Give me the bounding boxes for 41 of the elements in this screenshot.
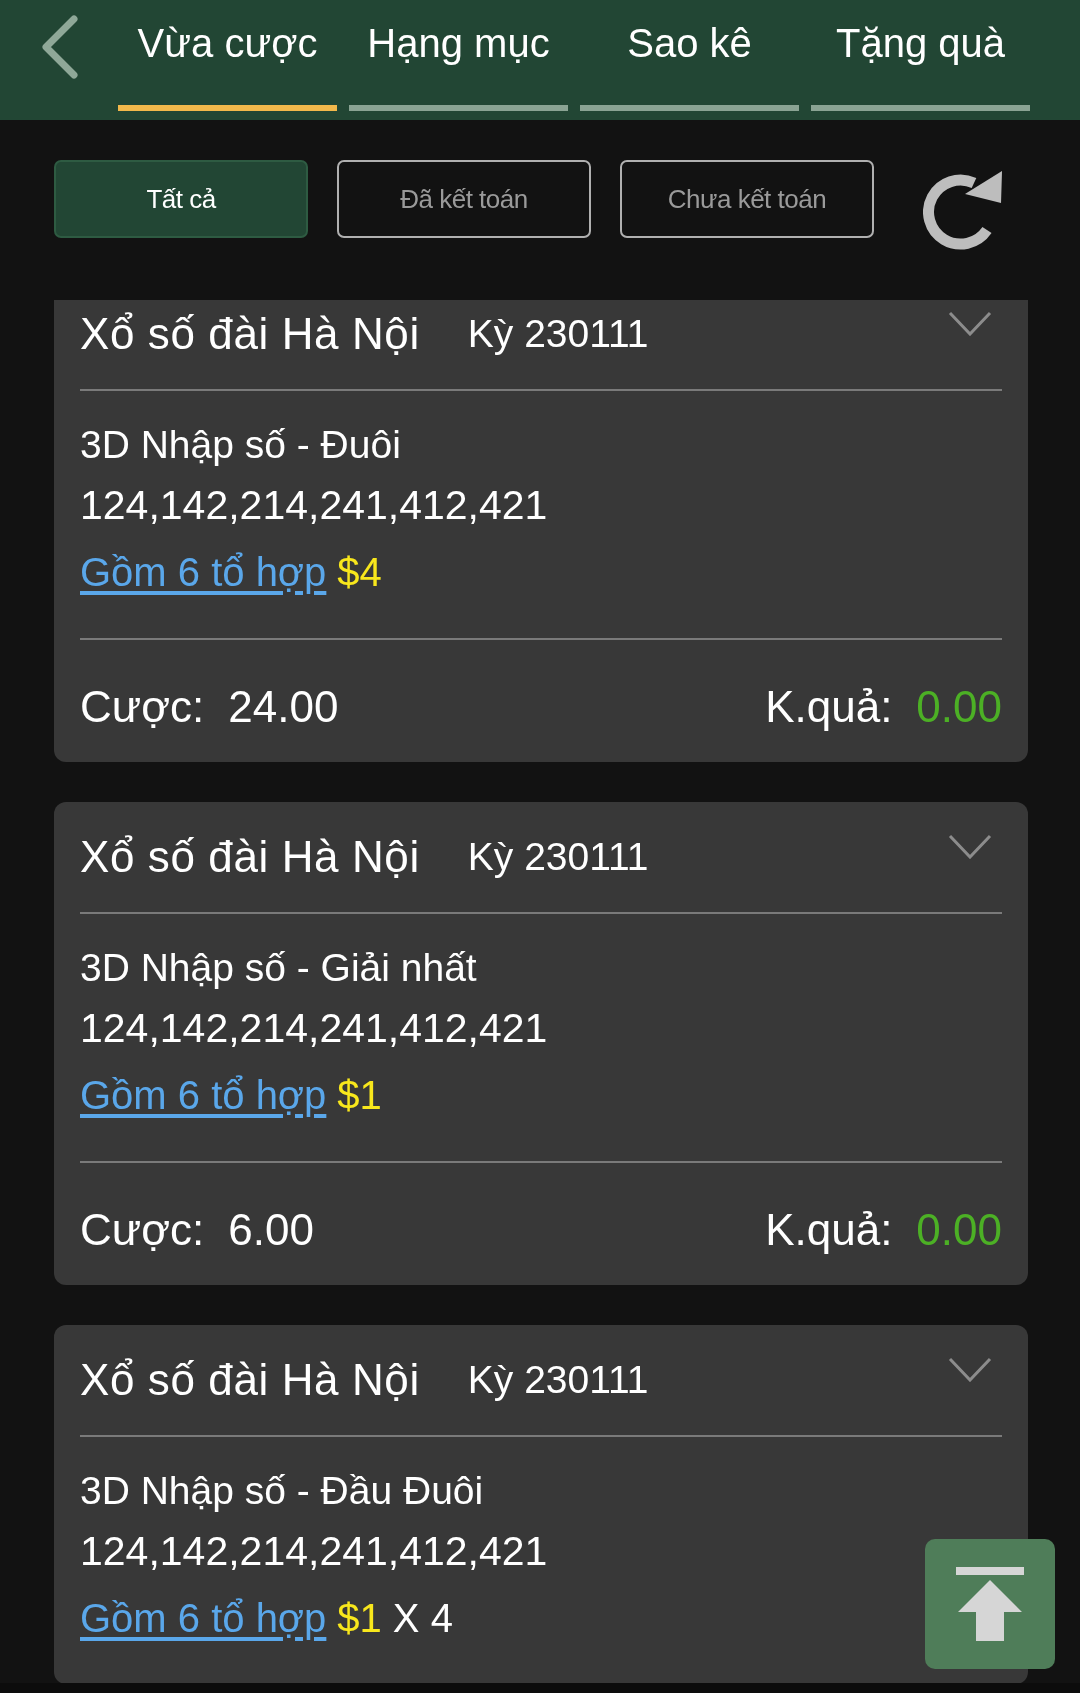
result-amount: 0.00 bbox=[916, 681, 1002, 733]
bet-label: Cược: bbox=[80, 681, 205, 733]
result-label: K.quả: bbox=[765, 1204, 893, 1256]
bet-type: 3D Nhập số - Đầu Đuôi bbox=[80, 1468, 485, 1514]
unit-amount: $1 bbox=[337, 1072, 382, 1118]
bet-amount: 24.00 bbox=[228, 681, 339, 733]
tab[interactable]: Sao kê bbox=[580, 0, 799, 111]
combo-link[interactable]: Gồm 6 tổ hợp bbox=[80, 1072, 327, 1118]
multiplier-text: X 4 bbox=[392, 1595, 453, 1641]
bet-label: Cược: bbox=[80, 1204, 205, 1256]
tab[interactable]: Hạng mục bbox=[349, 0, 568, 111]
back-icon[interactable] bbox=[41, 15, 79, 79]
unit-amount: $1 bbox=[337, 1595, 382, 1641]
tab[interactable]: Tặng quà bbox=[811, 0, 1030, 111]
chevron-down-icon[interactable] bbox=[948, 310, 992, 336]
scroll-to-top-button[interactable] bbox=[925, 1539, 1055, 1669]
lottery-name: Xổ số đài Hà Nội bbox=[80, 832, 420, 882]
bet-numbers: 124,142,214,241,412,421 bbox=[80, 1004, 549, 1053]
bet-numbers: 124,142,214,241,412,421 bbox=[80, 481, 549, 530]
filter-button[interactable]: Tất cả bbox=[54, 160, 308, 238]
draw-period: Kỳ 230111 bbox=[467, 1358, 649, 1402]
bet-type: 3D Nhập số - Giải nhất bbox=[80, 945, 478, 991]
bet-type: 3D Nhập số - Đuôi bbox=[80, 422, 402, 468]
draw-period: Kỳ 230111 bbox=[467, 835, 649, 879]
chevron-down-icon[interactable] bbox=[948, 833, 992, 859]
result-amount: 0.00 bbox=[916, 1204, 1002, 1256]
lottery-name: Xổ số đài Hà Nội bbox=[80, 309, 420, 359]
lottery-name: Xổ số đài Hà Nội bbox=[80, 1355, 420, 1405]
refresh-icon[interactable] bbox=[923, 170, 1003, 250]
filter-button[interactable]: Chưa kết toán bbox=[620, 160, 874, 238]
chevron-down-icon[interactable] bbox=[948, 1356, 992, 1382]
bet-numbers: 124,142,214,241,412,421 bbox=[80, 1527, 549, 1576]
draw-period: Kỳ 230111 bbox=[467, 312, 649, 356]
bet-amount: 6.00 bbox=[228, 1204, 314, 1256]
combo-link[interactable]: Gồm 6 tổ hợp bbox=[80, 549, 327, 595]
filter-button[interactable]: Đã kết toán bbox=[337, 160, 591, 238]
tab[interactable]: Vừa cược bbox=[118, 0, 337, 111]
arrow-to-top-icon bbox=[956, 1567, 1024, 1641]
result-label: K.quả: bbox=[765, 681, 893, 733]
unit-amount: $4 bbox=[337, 549, 382, 595]
combo-link[interactable]: Gồm 6 tổ hợp bbox=[80, 1595, 327, 1641]
